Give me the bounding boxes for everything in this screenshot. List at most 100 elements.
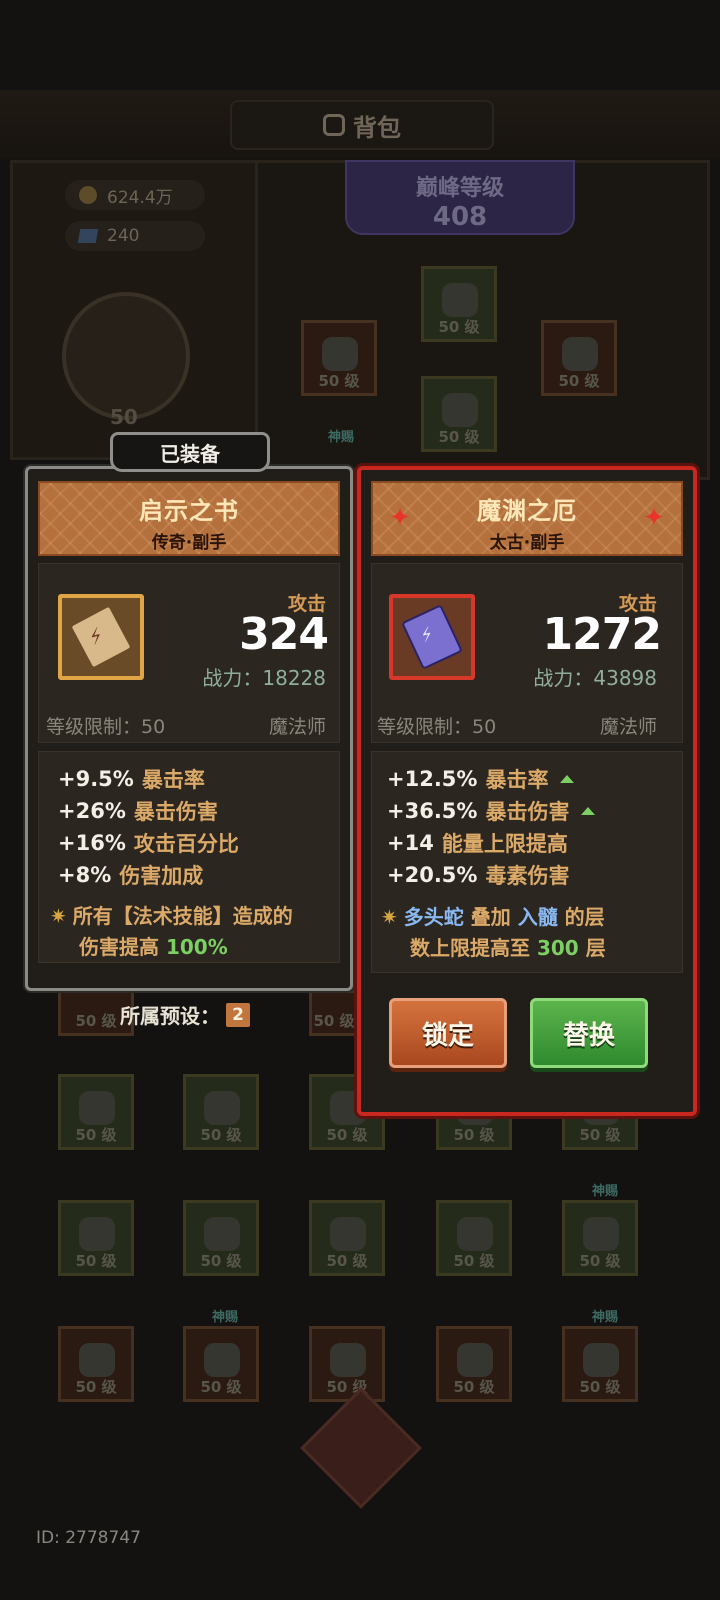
avatar-level: 50	[110, 405, 138, 429]
inventory-slot[interactable]: 50 级	[436, 1326, 512, 1402]
inventory-slot[interactable]: 50 级	[183, 1074, 259, 1150]
slot-level: 50 级	[326, 1126, 368, 1144]
inventory-slot[interactable]: 50 级	[58, 1074, 134, 1150]
gem-counter: 240	[65, 221, 205, 251]
slot-level: 50 级	[200, 1126, 242, 1144]
item-name-banner: 魔渊之厄 太古·副手 ✦ ✦	[371, 481, 683, 556]
combat-power: 战力：43898	[533, 666, 657, 690]
star-bullet-icon: ✷	[50, 904, 67, 928]
attribute-value: +20.5%	[387, 863, 478, 887]
peak-level-badge[interactable]: 巅峰等级 408	[345, 160, 575, 235]
item-icon[interactable]	[58, 594, 144, 680]
item-name: 启示之书	[139, 497, 239, 525]
stat-value: 324	[239, 609, 329, 660]
equipped-tag: 已装备	[110, 432, 270, 472]
preset-number[interactable]: 2	[226, 1002, 250, 1027]
equipped-item-card: 启示之书 传奇·副手 攻击 324 战力：18228 等级限制：50 魔法师 +…	[25, 466, 353, 991]
slot-level: 50 级	[558, 372, 600, 390]
stat-up-arrow-icon	[581, 807, 596, 815]
slot-level: 50 级	[200, 1252, 242, 1270]
item-name-banner: 启示之书 传奇·副手	[38, 481, 340, 556]
slot-level: 50 级	[579, 1126, 621, 1144]
attribute-value: +26%	[58, 799, 126, 823]
slot-item-art	[204, 1217, 240, 1251]
slot-item-art	[330, 1217, 366, 1251]
slot-level: 50 级	[326, 1252, 368, 1270]
close-x-icon[interactable]	[300, 1387, 422, 1509]
coin-icon	[79, 186, 97, 204]
attribute-row: +8% 伤害加成	[58, 860, 203, 890]
peak-level-value: 408	[432, 202, 488, 232]
slot-level: 50 级	[579, 1378, 621, 1396]
slot-item-art	[442, 283, 478, 317]
inventory-slot[interactable]: 50 级	[183, 1326, 259, 1402]
slot-item-art	[457, 1217, 493, 1251]
inventory-slot[interactable]: 50 级	[309, 1200, 385, 1276]
attribute-name: 能量上限提高	[441, 832, 568, 856]
attribute-value: +8%	[58, 863, 112, 887]
item-icon[interactable]	[389, 594, 475, 680]
slot-level: 50 级	[453, 1378, 495, 1396]
attribute-row: +14 能量上限提高	[387, 828, 568, 858]
inventory-slot[interactable]: 50 级	[183, 1200, 259, 1276]
skill-value: 100%	[165, 935, 228, 959]
slot-level: 50 级	[579, 1252, 621, 1270]
equip-slot[interactable]: 50 级	[301, 320, 377, 396]
inventory-slot[interactable]: 50 级	[309, 1326, 385, 1402]
attribute-row: +20.5% 毒素伤害	[387, 860, 569, 890]
gold-counter: 624.4万	[65, 180, 205, 210]
slot-level: 50 级	[453, 1252, 495, 1270]
preset-label: 所属预设：	[120, 1004, 220, 1028]
armor-art	[442, 393, 478, 427]
replace-button[interactable]: 替换	[530, 998, 648, 1068]
slot-item-art	[457, 1343, 493, 1377]
skill-keyword: 入髓	[517, 905, 558, 929]
skill-text: 叠加	[470, 905, 511, 929]
slot-item-art	[583, 1343, 619, 1377]
gold-value: 624.4万	[107, 187, 173, 208]
attribute-name: 暴击伤害	[133, 800, 218, 824]
inventory-slot[interactable]: 50 级	[309, 990, 359, 1036]
avatar[interactable]	[62, 292, 190, 420]
slot-level: 50 级	[318, 372, 360, 390]
inventory-slot[interactable]: 50 级	[562, 1200, 638, 1276]
divine-tag: 神赐	[212, 1310, 239, 1325]
bag-icon	[323, 114, 345, 136]
star-bullet-icon: ✷	[381, 905, 398, 929]
attribute-row: +12.5% 暴击率	[387, 764, 575, 794]
level-requirement: 等级限制：50	[377, 716, 497, 738]
attribute-value: +36.5%	[387, 799, 478, 823]
attribute-value: +16%	[58, 831, 126, 855]
skill-keyword: 多头蛇	[403, 905, 464, 929]
attribute-value: +12.5%	[387, 767, 478, 791]
slot-level: 50 级	[438, 428, 480, 446]
skill-text: 的层	[564, 905, 605, 929]
attribute-value: +9.5%	[58, 767, 134, 791]
bag-title-text: 背包	[353, 113, 401, 142]
bag-title: 背包	[230, 100, 494, 150]
attribute-value: +14	[387, 831, 434, 855]
attribute-row: +26% 暴击伤害	[58, 796, 218, 826]
helmet-art	[322, 337, 358, 371]
equip-slot[interactable]: 50 级	[421, 376, 497, 452]
slot-level: 50 级	[313, 1012, 355, 1030]
class-requirement: 魔法师	[599, 716, 657, 738]
skill-text: 数上限提高至	[410, 936, 530, 960]
attribute-row: +9.5% 暴击率	[58, 764, 205, 794]
combat-power: 战力：18228	[202, 666, 326, 690]
slot-item-art	[562, 337, 598, 371]
attribute-row: +36.5% 暴击伤害	[387, 796, 596, 826]
inventory-slot[interactable]: 50 级	[58, 1200, 134, 1276]
equip-slot[interactable]: 50 级	[421, 266, 497, 342]
inventory-slot[interactable]: 50 级	[436, 1200, 512, 1276]
slot-level: 50 级	[75, 1252, 117, 1270]
inventory-slot[interactable]: 50 级	[562, 1326, 638, 1402]
equip-slot[interactable]: 50 级	[541, 320, 617, 396]
attribute-name: 毒素伤害	[485, 864, 570, 888]
attribute-name: 伤害加成	[119, 864, 204, 888]
skill-description: ✷ 所有【法术技能】造成的 伤害提高 100%	[50, 901, 340, 963]
lock-button[interactable]: 锁定	[389, 998, 507, 1068]
item-rarity-slot: 传奇·副手	[151, 533, 227, 553]
skill-value: 300	[536, 936, 579, 960]
inventory-slot[interactable]: 50 级	[58, 1326, 134, 1402]
